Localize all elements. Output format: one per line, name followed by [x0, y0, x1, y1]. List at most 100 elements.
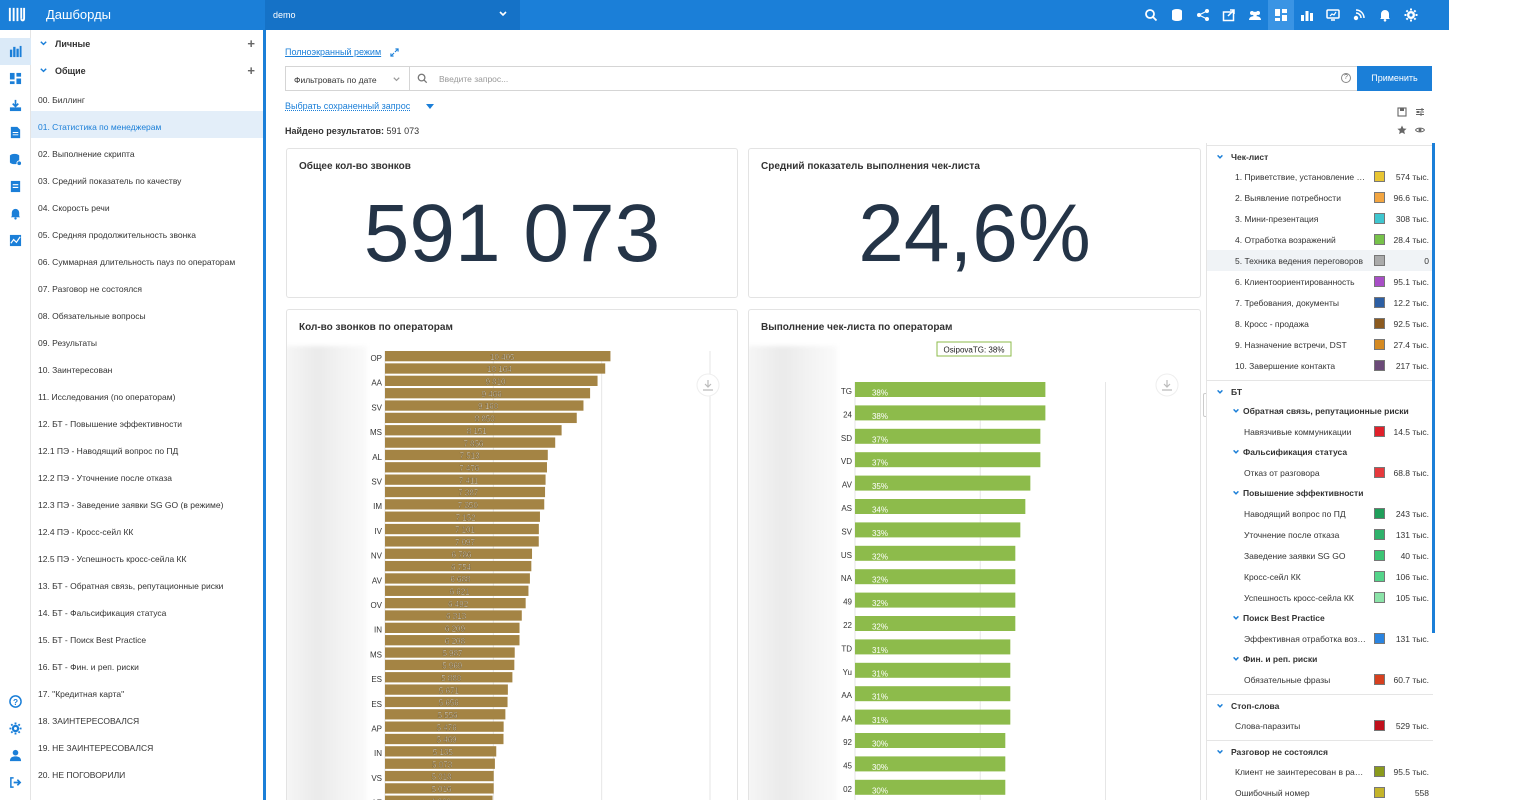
legend-subsection-header[interactable]: Поиск Best Practice	[1207, 608, 1433, 628]
sidebar-item[interactable]: 12.1 ПЭ - Наводящий вопрос по ПД	[31, 435, 263, 462]
color-swatch[interactable]	[1374, 171, 1385, 182]
monitor-icon[interactable]	[1320, 0, 1346, 30]
add-icon[interactable]: +	[247, 36, 255, 51]
sidebar-item[interactable]: 12.2 ПЭ - Уточнение после отказа	[31, 462, 263, 489]
legend-row[interactable]: Ошибочный номер 558	[1207, 782, 1433, 800]
add-icon[interactable]: +	[247, 63, 255, 78]
legend-row[interactable]: 7. Требования, документы 12.2 тыс.	[1207, 292, 1433, 313]
sidebar-item[interactable]: 01. Статистика по менеджерам	[31, 111, 263, 138]
color-swatch[interactable]	[1374, 508, 1385, 519]
color-swatch[interactable]	[1374, 192, 1385, 203]
download-icon[interactable]	[1155, 373, 1179, 397]
legend-row[interactable]: Заведение заявки SG GO 40 тыс.	[1207, 545, 1433, 566]
sidebar-item[interactable]: 18. ЗАИНТЕРЕСОВАЛСЯ	[31, 705, 263, 732]
color-swatch[interactable]	[1374, 255, 1385, 266]
legend-row[interactable]: 3. Мини-презентация 308 тыс.	[1207, 208, 1433, 229]
sidebar-item[interactable]: 19. НЕ ЗАИНТЕРЕСОВАЛСЯ	[31, 732, 263, 759]
legend-row[interactable]: 5. Техника ведения переговоров 0	[1207, 250, 1433, 271]
legend-section-header[interactable]: Чек-лист	[1207, 145, 1433, 166]
sidebar-item[interactable]: 07. Разговор не состоялся	[31, 273, 263, 300]
color-swatch[interactable]	[1374, 234, 1385, 245]
color-swatch[interactable]	[1374, 276, 1385, 287]
sidebar-item[interactable]: 12. БТ - Повышение эффективности	[31, 408, 263, 435]
legend-subsection-header[interactable]: Повышение эффективности	[1207, 483, 1433, 503]
scrollbar[interactable]	[1432, 143, 1435, 633]
legend-row[interactable]: Обязательные фразы 60.7 тыс.	[1207, 669, 1433, 690]
legend-row[interactable]: 8. Кросс - продажа 92.5 тыс.	[1207, 313, 1433, 334]
color-swatch[interactable]	[1374, 213, 1385, 224]
report-icon[interactable]	[0, 173, 31, 200]
chart-icon[interactable]	[0, 227, 31, 254]
color-swatch[interactable]	[1374, 529, 1385, 540]
color-swatch[interactable]	[1374, 426, 1385, 437]
sidebar-item[interactable]: 02. Выполнение скрипта	[31, 138, 263, 165]
dashboard-icon[interactable]	[0, 65, 31, 92]
legend-subsection-header[interactable]: Фин. и реп. риски	[1207, 649, 1433, 669]
sidebar-item[interactable]: 05. Средняя продолжительность звонка	[31, 219, 263, 246]
color-swatch[interactable]	[1374, 592, 1385, 603]
share-icon[interactable]	[1190, 0, 1216, 30]
sidebar-item[interactable]: 20. НЕ ПОГОВОРИЛИ	[31, 759, 263, 786]
legend-section-header[interactable]: Стоп-слова	[1207, 694, 1433, 715]
legend-row[interactable]: Навязчивые коммуникации 14.5 тыс.	[1207, 421, 1433, 442]
legend-row[interactable]: 1. Приветствие, установление контакта 574…	[1207, 166, 1433, 187]
help-icon[interactable]: ?	[0, 688, 31, 715]
workspace-select[interactable]: demo	[265, 0, 520, 30]
legend-row[interactable]: Уточнение после отказа 131 тыс.	[1207, 524, 1433, 545]
export-icon[interactable]	[1216, 0, 1242, 30]
bell-icon[interactable]	[0, 200, 31, 227]
sidebar-item[interactable]: 15. БТ - Поиск Best Practice	[31, 624, 263, 651]
color-swatch[interactable]	[1374, 297, 1385, 308]
legend-row[interactable]: Отказ от разговора 68.8 тыс.	[1207, 462, 1433, 483]
color-swatch[interactable]	[1374, 633, 1385, 644]
app-logo-icon[interactable]	[7, 5, 26, 24]
sidebar-item[interactable]: 13. БТ - Обратная связь, репутационные р…	[31, 570, 263, 597]
color-swatch[interactable]	[1374, 339, 1385, 350]
sidebar-item[interactable]: 16. БТ - Фин. и реп. риски	[31, 651, 263, 678]
sidebar-item[interactable]: 09. Результаты	[31, 327, 263, 354]
sidebar-item[interactable]: 06. Суммарная длительность пауз по опера…	[31, 246, 263, 273]
legend-row[interactable]: Кросс-сейл КК 106 тыс.	[1207, 566, 1433, 587]
color-swatch[interactable]	[1374, 467, 1385, 478]
legend-row[interactable]: Успешность кросс-сейла КК 105 тыс.	[1207, 587, 1433, 608]
fullscreen-link[interactable]: Полноэкранный режим	[285, 47, 381, 57]
save-icon[interactable]	[1397, 107, 1407, 117]
legend-row[interactable]: 10. Завершение контакта 217 тыс.	[1207, 355, 1433, 376]
download-icon[interactable]	[696, 373, 720, 397]
color-swatch[interactable]	[1374, 674, 1385, 685]
sidebar-item[interactable]: 12.3 ПЭ - Заведение заявки SG GO (в режи…	[31, 489, 263, 516]
legend-section-header[interactable]: БТ	[1207, 380, 1433, 401]
legend-row[interactable]: 2. Выявление потребности 96.6 тыс.	[1207, 187, 1433, 208]
bar-chart-icon[interactable]	[0, 38, 31, 65]
query-input[interactable]	[439, 71, 1319, 86]
dashboard-icon[interactable]	[1268, 0, 1294, 30]
legend-row[interactable]: Клиент не заинтересован в разговоре 95.5 …	[1207, 761, 1433, 782]
gear-icon[interactable]	[1398, 0, 1424, 30]
bell-icon[interactable]	[1372, 0, 1398, 30]
bar-chart-icon[interactable]	[1294, 0, 1320, 30]
star-icon[interactable]	[1397, 125, 1407, 135]
users-icon[interactable]	[1242, 0, 1268, 30]
date-filter-select[interactable]: Фильтровать по дате	[286, 67, 410, 90]
saved-query-select[interactable]: Выбрать сохраненный запрос	[285, 101, 434, 111]
search-icon[interactable]	[1138, 0, 1164, 30]
group-shared[interactable]: Общие +	[31, 57, 263, 84]
color-swatch[interactable]	[1374, 766, 1385, 777]
database-icon[interactable]	[1164, 0, 1190, 30]
sidebar-item[interactable]: 04. Скорость речи	[31, 192, 263, 219]
color-swatch[interactable]	[1374, 360, 1385, 371]
group-personal[interactable]: Личные +	[31, 30, 263, 57]
sidebar-item[interactable]: 14. БТ - Фальсификация статуса	[31, 597, 263, 624]
sidebar-item[interactable]: 08. Обязательные вопросы	[31, 300, 263, 327]
legend-row[interactable]: 6. Клиентоориентированность 95.1 тыс.	[1207, 271, 1433, 292]
broadcast-icon[interactable]	[1346, 0, 1372, 30]
document-icon[interactable]	[0, 119, 31, 146]
sidebar-item[interactable]: 10. Заинтересован	[31, 354, 263, 381]
sidebar-item[interactable]: 11. Исследования (по операторам)	[31, 381, 263, 408]
gear-icon[interactable]	[0, 715, 31, 742]
legend-subsection-header[interactable]: Обратная связь, репутационные риски	[1207, 401, 1433, 421]
color-swatch[interactable]	[1374, 720, 1385, 731]
sidebar-item[interactable]: 17. "Кредитная карта"	[31, 678, 263, 705]
apply-button[interactable]: Применить	[1357, 66, 1432, 91]
legend-subsection-header[interactable]: Фальсификация статуса	[1207, 442, 1433, 462]
